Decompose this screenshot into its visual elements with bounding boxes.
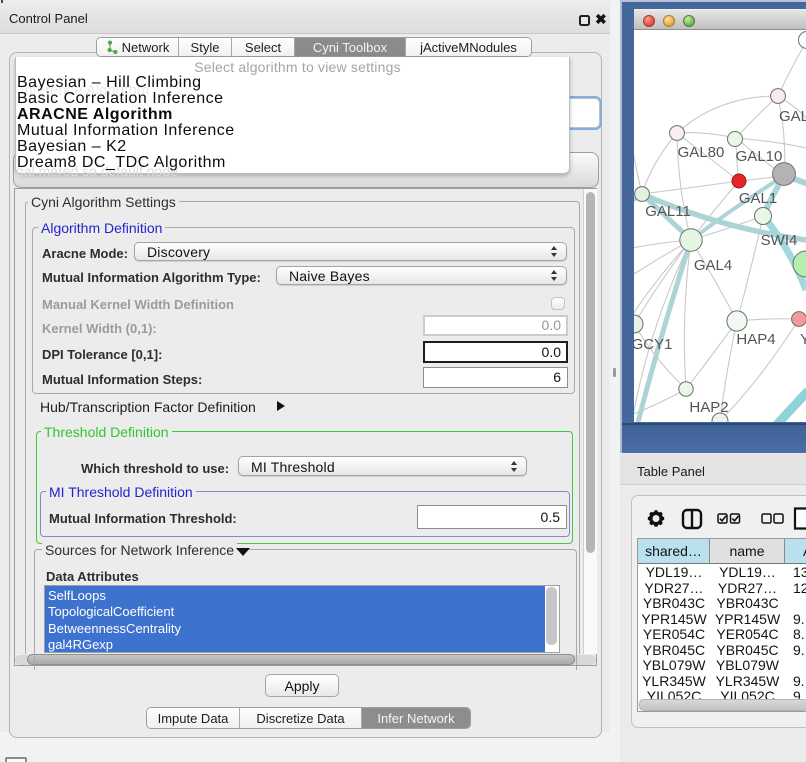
svg-text:GAL11: GAL11 xyxy=(645,203,691,220)
svg-text:SWI4: SWI4 xyxy=(761,232,798,249)
svg-text:GAL1: GAL1 xyxy=(739,190,777,207)
svg-text:GAL7: GAL7 xyxy=(779,108,806,125)
svg-text:GAL4: GAL4 xyxy=(694,257,732,274)
svg-text:GAL80: GAL80 xyxy=(678,144,725,161)
svg-text:HAP4: HAP4 xyxy=(736,331,775,348)
svg-text:GCY1: GCY1 xyxy=(634,336,672,353)
svg-text:GAL10: GAL10 xyxy=(736,148,783,165)
svg-text:HAP2: HAP2 xyxy=(689,399,728,416)
svg-text:YM: YM xyxy=(800,331,806,348)
